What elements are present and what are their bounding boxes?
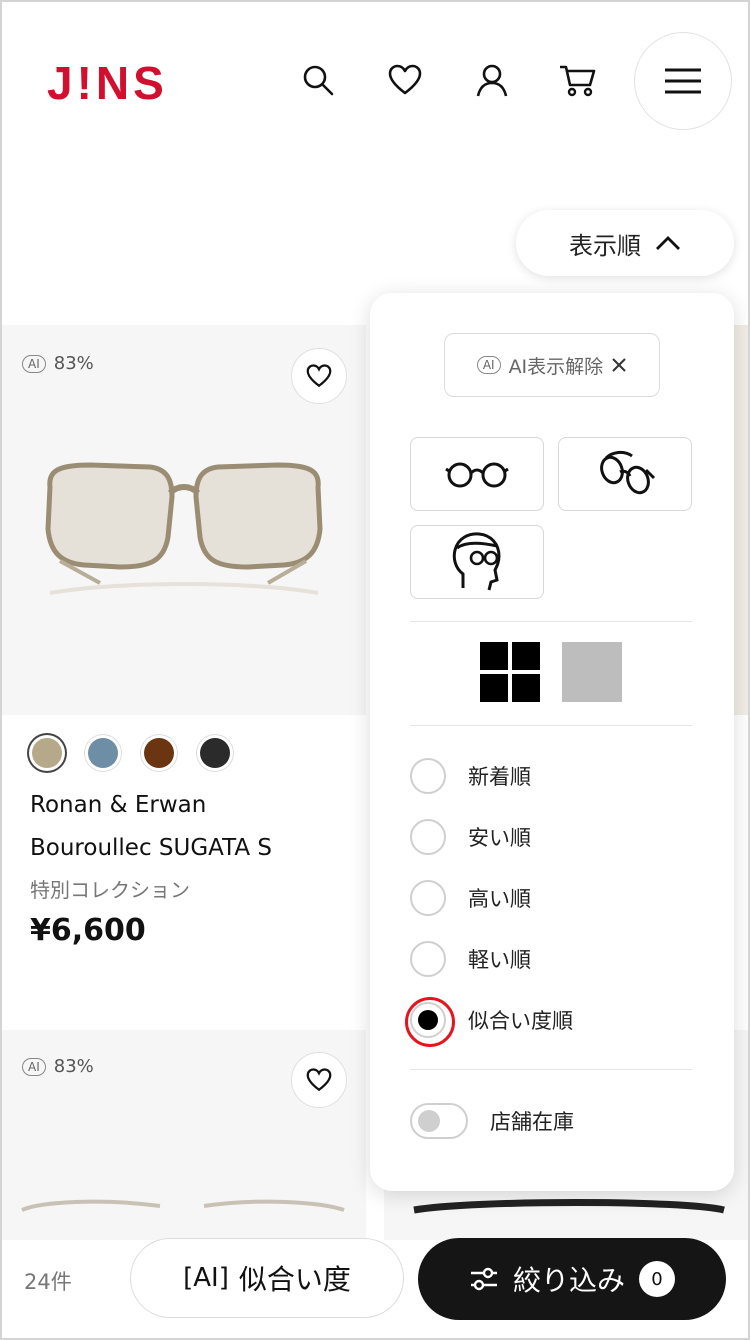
favorite-button[interactable]	[291, 1052, 347, 1108]
product-name[interactable]: Ronan & Erwan	[30, 792, 206, 818]
color-swatch-selected[interactable]	[32, 738, 62, 768]
ai-score: 83%	[53, 353, 94, 374]
grid-view-icon[interactable]	[480, 642, 540, 702]
ai-score: 83%	[53, 1056, 94, 1077]
radio-button[interactable]	[410, 880, 446, 916]
ai-match-badge: AI 83%	[22, 353, 94, 374]
sort-option-price-high[interactable]: 高い順	[410, 880, 531, 916]
user-icon[interactable]	[472, 60, 512, 100]
radio-button[interactable]	[410, 758, 446, 794]
product-price: ¥6,600	[30, 913, 146, 948]
sort-button[interactable]: 表示順	[516, 210, 734, 276]
single-view-icon[interactable]	[562, 642, 622, 702]
result-count: 24件	[24, 1270, 72, 1294]
search-icon[interactable]	[298, 60, 338, 100]
store-stock-toggle[interactable]	[410, 1103, 468, 1139]
view-front-button[interactable]	[410, 437, 544, 511]
product-name-line2[interactable]: Bouroullec SUGATA S	[30, 835, 272, 861]
radio-button[interactable]	[410, 941, 446, 977]
ai-fit-button[interactable]: [AI] 似合い度	[130, 1238, 404, 1318]
divider	[410, 725, 692, 726]
ai-chat-icon: AI	[22, 354, 46, 373]
ai-chat-icon: AI	[22, 1057, 46, 1076]
ai-bracket-icon: [AI]	[183, 1263, 229, 1293]
favorite-button[interactable]	[291, 348, 347, 404]
sort-option-label: 安い順	[468, 826, 531, 850]
product-collection: 特別コレクション	[30, 878, 190, 902]
highlight-ring	[405, 997, 455, 1047]
menu-icon	[665, 68, 701, 94]
heart-icon	[306, 364, 332, 388]
sort-option-price-low[interactable]: 安い順	[410, 819, 531, 855]
sort-button-label: 表示順	[569, 231, 641, 260]
ai-chat-icon: AI	[476, 356, 501, 374]
ai-match-badge: AI 83%	[22, 1056, 94, 1077]
chevron-up-icon	[656, 236, 680, 250]
face-with-glasses-icon	[452, 532, 501, 591]
radio-button[interactable]	[410, 819, 446, 855]
store-stock-label: 店舗在庫	[490, 1110, 574, 1134]
glasses-angle-icon	[600, 450, 656, 495]
menu-button[interactable]	[634, 32, 732, 130]
sort-option-label: 軽い順	[468, 948, 531, 972]
ai-display-clear-chip[interactable]: AI AI表示解除	[444, 333, 660, 397]
divider	[410, 621, 692, 622]
close-icon[interactable]	[611, 357, 627, 373]
color-swatch[interactable]	[200, 738, 230, 768]
ai-chip-label: AI表示解除	[508, 355, 604, 378]
sort-option-newest[interactable]: 新着順	[410, 758, 531, 794]
sort-dropdown-panel: AI AI表示解除 新着順 安い順 高い順 軽い順 似合い度順 店舗在庫	[370, 293, 734, 1191]
color-swatch[interactable]	[144, 738, 174, 768]
sort-option-label: 高い順	[468, 887, 531, 911]
jins-logo[interactable]: J!NS	[47, 56, 168, 110]
color-swatch[interactable]	[88, 738, 118, 768]
sort-option-label: 似合い度順	[468, 1009, 573, 1033]
sort-option-label: 新着順	[468, 765, 531, 789]
filter-label: 絞り込み	[512, 1264, 625, 1297]
heart-icon	[306, 1068, 332, 1092]
sort-option-ai-fit[interactable]: 似合い度順	[405, 997, 573, 1047]
view-model-button[interactable]	[410, 525, 544, 599]
glasses-front-icon	[445, 462, 509, 488]
radio-button-selected[interactable]	[405, 997, 455, 1047]
ai-fit-label: 似合い度	[238, 1263, 351, 1296]
filter-count-badge: 0	[639, 1261, 675, 1297]
sort-option-lightest[interactable]: 軽い順	[410, 941, 531, 977]
heart-icon[interactable]	[385, 60, 425, 100]
divider	[410, 1069, 692, 1070]
sliders-icon	[470, 1267, 497, 1291]
cart-icon[interactable]	[558, 60, 598, 100]
filter-button[interactable]: 絞り込み 0	[418, 1238, 726, 1320]
view-angle-button[interactable]	[558, 437, 692, 511]
